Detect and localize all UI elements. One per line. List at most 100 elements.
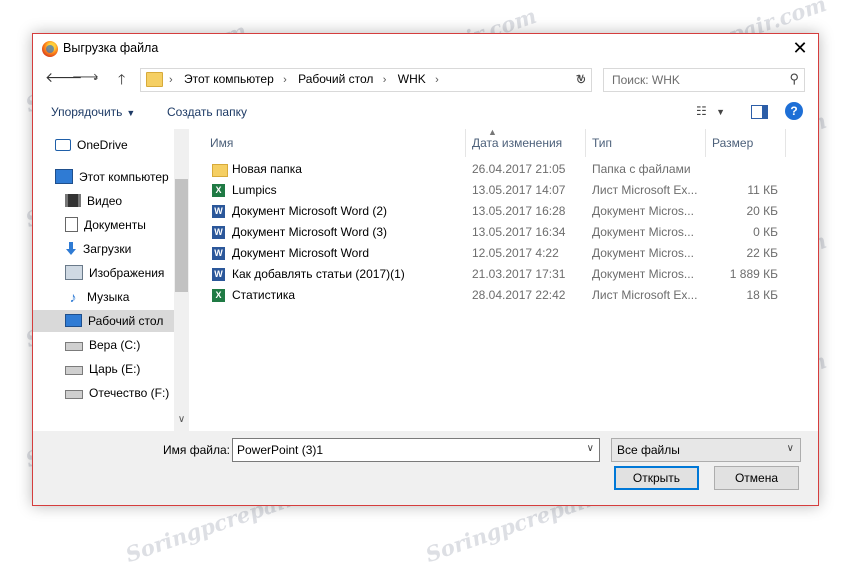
nav-item-drive-f[interactable]: Отечество (F:): [65, 382, 169, 404]
file-date: 26.04.2017 21:05: [472, 162, 566, 176]
file-name: Статистика: [232, 288, 296, 302]
file-size: 0 КБ: [753, 225, 778, 239]
column-header-size[interactable]: Размер: [706, 129, 786, 157]
nav-item-onedrive[interactable]: OneDrive: [55, 134, 128, 156]
excel-file-icon: X: [212, 184, 225, 197]
close-button[interactable]: ✕: [790, 38, 810, 58]
file-row[interactable]: Новая папка 26.04.2017 21:05 Папка с фай…: [190, 159, 816, 180]
file-size: 11 КБ: [747, 183, 778, 197]
address-row: 🡐 🡒 ⌄ 🡑 › Этот компьютер › Рабочий стол …: [33, 65, 818, 93]
nav-item-video[interactable]: Видео: [65, 190, 122, 212]
title-bar: Выгрузка файла ✕: [33, 34, 818, 64]
desktop-icon: [65, 314, 82, 328]
file-size: 18 КБ: [746, 288, 778, 302]
nav-item-label: Музыка: [87, 290, 130, 304]
nav-scrollbar-thumb[interactable]: [175, 179, 188, 292]
breadcrumb-chevron-icon: ›: [283, 74, 287, 86]
nav-item-label: Изображения: [89, 266, 165, 280]
filename-label: Имя файла:: [163, 443, 230, 457]
open-button[interactable]: Открыть: [614, 466, 699, 490]
file-list: ▲ Имя Дата изменения Тип Размер Новая па…: [190, 127, 816, 431]
chevron-down-icon[interactable]: ∨: [587, 443, 594, 454]
filename-field[interactable]: PowerPoint (3)1 ∨: [232, 438, 600, 462]
video-icon: [65, 194, 81, 208]
refresh-button[interactable]: ↻: [571, 68, 592, 92]
file-name: Документ Microsoft Word (2): [232, 204, 388, 218]
column-header-name[interactable]: Имя: [204, 129, 466, 157]
file-name: Новая папка: [232, 162, 302, 176]
breadcrumb-item[interactable]: Этот компьютер: [184, 72, 274, 86]
search-input[interactable]: Поиск: WHK ⚲: [603, 68, 805, 92]
filetype-select[interactable]: Все файлы ∨: [611, 438, 801, 462]
documents-icon: [65, 217, 78, 233]
organize-label: Упорядочить: [51, 105, 123, 119]
file-date: 28.04.2017 22:42: [472, 288, 566, 302]
nav-item-label: Документы: [84, 218, 146, 232]
music-icon: ♪: [69, 289, 77, 306]
dialog-footer: Имя файла: PowerPoint (3)1 ∨ Все файлы ∨…: [33, 431, 818, 505]
images-icon: [65, 265, 83, 281]
up-arrow-icon[interactable]: 🡑: [118, 69, 125, 93]
file-row[interactable]: X Lumpics 13.05.2017 14:07 Лист Microsof…: [190, 180, 816, 201]
file-date: 13.05.2017 16:28: [472, 204, 566, 218]
nav-item-label: Видео: [87, 194, 123, 208]
toolbar: Упорядочить ▼ Создать папку ☷ ▼ ?: [33, 97, 818, 127]
column-header-date[interactable]: Дата изменения: [466, 129, 586, 157]
file-type: Документ Micros...: [592, 246, 694, 260]
file-date: 13.05.2017 16:34: [472, 225, 566, 239]
nav-item-documents[interactable]: Документы: [65, 214, 146, 236]
chevron-down-icon: ∨: [786, 443, 794, 454]
dialog-title: Выгрузка файла: [63, 41, 159, 55]
file-date: 21.03.2017 17:31: [472, 267, 566, 281]
nav-item-drive-e[interactable]: Царь (E:): [65, 358, 140, 380]
breadcrumb: › Этот компьютер › Рабочий стол › WHK ›: [169, 72, 447, 86]
file-type: Лист Microsoft Ex...: [592, 288, 698, 302]
drive-icon: [65, 390, 83, 400]
breadcrumb-chevron-icon: ›: [382, 74, 387, 86]
address-bar[interactable]: › Этот компьютер › Рабочий стол › WHK › …: [140, 68, 592, 92]
folder-icon: [212, 164, 228, 177]
nav-item-label: Рабочий стол: [88, 314, 164, 328]
file-type: Документ Micros...: [592, 225, 694, 239]
folder-icon: [146, 72, 163, 87]
column-header-type[interactable]: Тип: [586, 129, 706, 157]
firefox-icon: [42, 41, 58, 57]
file-type: Документ Micros...: [592, 267, 694, 281]
nav-item-music[interactable]: ♪ Музыка: [65, 286, 130, 308]
nav-item-this-pc[interactable]: Этот компьютер: [55, 166, 169, 188]
file-row[interactable]: W Документ Microsoft Word (2) 13.05.2017…: [190, 201, 816, 222]
scroll-down-icon[interactable]: ∨: [174, 414, 189, 425]
preview-pane-icon[interactable]: [751, 105, 768, 119]
file-upload-dialog: Выгрузка файла ✕ 🡐 🡒 ⌄ 🡑 › Этот компьюте…: [32, 33, 819, 506]
file-date: 13.05.2017 14:07: [472, 183, 566, 197]
new-folder-button[interactable]: Создать папку: [167, 105, 247, 119]
nav-item-desktop[interactable]: Рабочий стол: [33, 310, 174, 332]
nav-item-images[interactable]: Изображения: [65, 262, 164, 284]
breadcrumb-item[interactable]: Рабочий стол: [298, 72, 373, 86]
nav-item-drive-c[interactable]: Вера (C:): [65, 334, 140, 356]
file-size: 1 889 КБ: [729, 267, 778, 281]
file-date: 12.05.2017 4:22: [472, 246, 559, 260]
recent-dropdown-icon[interactable]: ⌄: [92, 72, 100, 83]
search-icon: ⚲: [789, 71, 799, 86]
nav-item-downloads[interactable]: Загрузки: [65, 238, 131, 260]
nav-item-label: Царь (E:): [89, 362, 141, 376]
file-size: 22 КБ: [746, 246, 778, 260]
filetype-value: Все файлы: [617, 443, 680, 457]
help-icon[interactable]: ?: [785, 102, 803, 120]
nav-item-label: Этот компьютер: [79, 170, 169, 184]
file-row[interactable]: W Документ Microsoft Word (3) 13.05.2017…: [190, 222, 816, 243]
word-file-icon: W: [212, 268, 225, 281]
onedrive-icon: [55, 138, 71, 151]
excel-file-icon: X: [212, 289, 225, 302]
cancel-button[interactable]: Отмена: [714, 466, 799, 490]
file-row[interactable]: W Как добавлять статьи (2017)(1) 21.03.2…: [190, 264, 816, 285]
view-options-button[interactable]: ☷ ▼: [696, 104, 725, 118]
file-row[interactable]: X Статистика 28.04.2017 22:42 Лист Micro…: [190, 285, 816, 306]
breadcrumb-item[interactable]: WHK: [398, 72, 426, 86]
file-name: Lumpics: [232, 183, 277, 197]
file-row[interactable]: W Документ Microsoft Word 12.05.2017 4:2…: [190, 243, 816, 264]
breadcrumb-chevron-icon: ›: [169, 74, 173, 86]
organize-button[interactable]: Упорядочить ▼: [51, 105, 135, 119]
file-type: Документ Micros...: [592, 204, 694, 218]
